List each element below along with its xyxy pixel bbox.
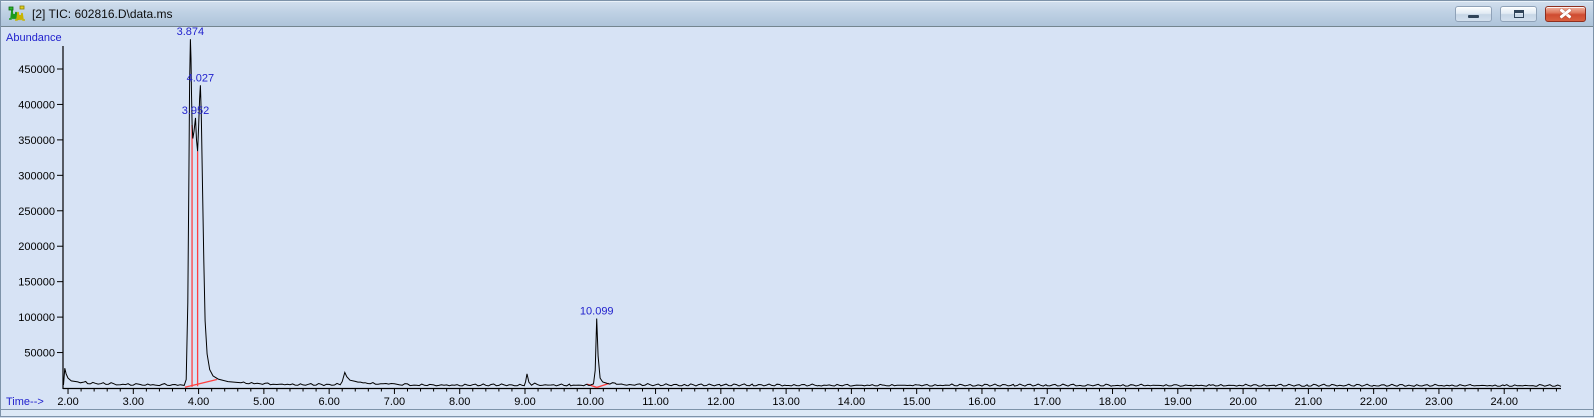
maximize-icon xyxy=(1514,10,1524,18)
peak-label: 4.027 xyxy=(187,72,215,84)
x-tick-label: 15.00 xyxy=(903,396,931,408)
x-tick-label: 22.00 xyxy=(1360,396,1388,408)
x-tick-label: 7.00 xyxy=(384,396,405,408)
maximize-button[interactable] xyxy=(1500,6,1537,22)
time-axis-label: Time--> xyxy=(6,396,44,408)
x-tick-label: 17.00 xyxy=(1033,396,1061,408)
integration-marks xyxy=(185,125,609,387)
x-tick-label: 3.00 xyxy=(123,396,144,408)
x-tick-label: 16.00 xyxy=(968,396,996,408)
x-tick-label: 23.00 xyxy=(1425,396,1453,408)
x-tick-label: 12.00 xyxy=(707,396,735,408)
peak-labels: 3.874 3.952 4.027 10.099 xyxy=(177,26,614,317)
peak-label: 3.874 xyxy=(177,26,205,38)
axes xyxy=(63,46,1561,389)
y-tick-label: 100000 xyxy=(18,312,55,324)
x-tick-label: 21.00 xyxy=(1295,396,1323,408)
y-tick-label: 150000 xyxy=(18,277,55,289)
x-tick-label: 13.00 xyxy=(772,396,800,408)
y-tick-label: 300000 xyxy=(18,170,55,182)
y-tick-label: 350000 xyxy=(18,135,55,147)
x-tick-label: 18.00 xyxy=(1099,396,1127,408)
x-tick-label: 19.00 xyxy=(1164,396,1192,408)
y-tick-label: 200000 xyxy=(18,241,55,253)
x-tick-label: 20.00 xyxy=(1229,396,1257,408)
x-tick-label: 4.00 xyxy=(188,396,209,408)
window-title: [2] TIC: 602816.D\data.ms xyxy=(32,7,173,21)
integration-baseline xyxy=(185,380,217,388)
chromatogram-canvas[interactable]: 50000 100000 150000 200000 250000 300000 35000… xyxy=(1,1,1594,418)
x-tick-label: 24.00 xyxy=(1490,396,1518,408)
x-tick-label: 9.00 xyxy=(514,396,535,408)
titlebar[interactable]: [2] TIC: 602816.D\data.ms xyxy=(1,1,1593,27)
x-tick-label: 10.00 xyxy=(577,396,605,408)
x-tick-label: 5.00 xyxy=(253,396,274,408)
window-controls xyxy=(1455,6,1586,22)
peak-label: 10.099 xyxy=(580,306,614,318)
minimize-icon xyxy=(1468,15,1479,18)
window-frame-bottom xyxy=(1,409,1593,416)
x-tick-label: 11.00 xyxy=(642,396,669,408)
x-tick-label: 14.00 xyxy=(838,396,866,408)
y-tick-label: 250000 xyxy=(18,206,55,218)
peak-label: 3.952 xyxy=(182,105,210,117)
chromatogram-icon xyxy=(8,5,26,22)
x-tick-label: 6.00 xyxy=(318,396,339,408)
abundance-axis-label: Abundance xyxy=(6,32,62,44)
close-button[interactable] xyxy=(1545,6,1586,22)
y-tick-label: 400000 xyxy=(18,99,55,111)
x-axis-ticks: 2.00 3.00 4.00 5.00 6.00 7.00 8.00 9.00 10.00 11.… xyxy=(57,388,1556,408)
y-tick-label: 450000 xyxy=(18,64,55,76)
tic-chromatogram-window: 50000 100000 150000 200000 250000 300000 35000… xyxy=(0,0,1594,417)
x-tick-label: 2.00 xyxy=(57,396,78,408)
x-tick-label: 8.00 xyxy=(449,396,470,408)
tic-trace xyxy=(64,39,1562,386)
close-icon xyxy=(1560,9,1571,18)
y-axis-ticks: 50000 100000 150000 200000 250000 300000 35000… xyxy=(18,64,63,360)
minimize-button[interactable] xyxy=(1455,6,1492,22)
y-tick-label: 50000 xyxy=(24,348,55,360)
